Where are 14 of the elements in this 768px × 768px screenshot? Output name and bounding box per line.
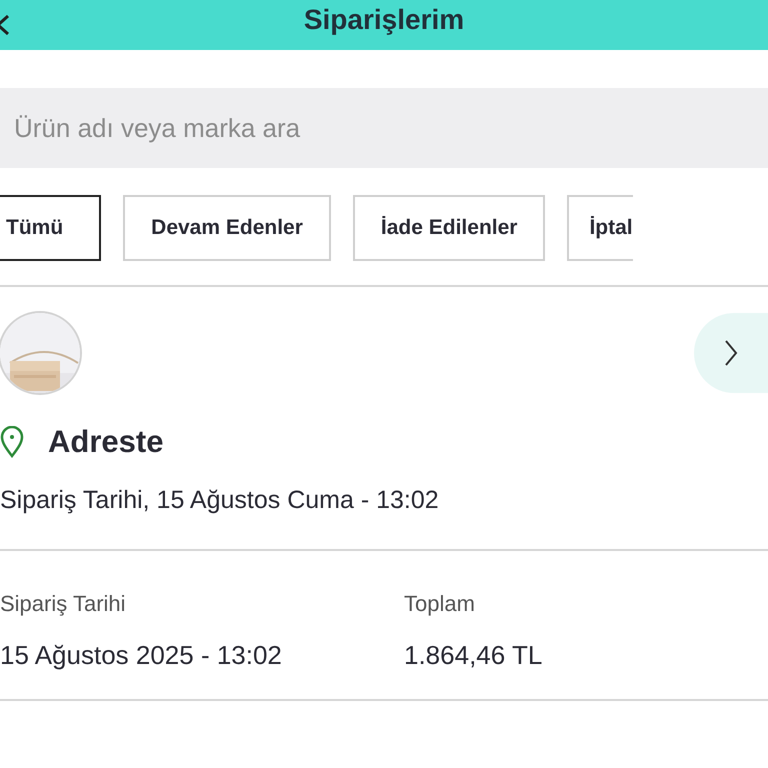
filter-tab[interactable]: Tümü <box>0 195 102 261</box>
delivery-status: Adreste <box>48 423 164 461</box>
page-title: Siparişlerim <box>304 3 464 34</box>
chevron-right-icon <box>724 339 738 367</box>
detail-value: 1.864,46 TL <box>404 639 544 672</box>
filter-tab[interactable]: İade Edilenler <box>352 195 546 261</box>
filter-tab[interactable]: İptal <box>567 195 633 261</box>
detail-value: 15 Ağustos 2025 - 13:02 <box>0 639 283 672</box>
detail-label: Sipariş Tarihi <box>0 590 127 618</box>
search-field[interactable]: Ürün adı veya marka ara <box>0 88 768 168</box>
detail-label: Toplam <box>404 590 476 618</box>
filter-tab[interactable]: Devam Edenler <box>123 195 331 261</box>
location-pin-icon <box>0 426 24 458</box>
order-date-text: Sipariş Tarihi, 15 Ağustos Cuma - 13:02 <box>0 484 440 516</box>
